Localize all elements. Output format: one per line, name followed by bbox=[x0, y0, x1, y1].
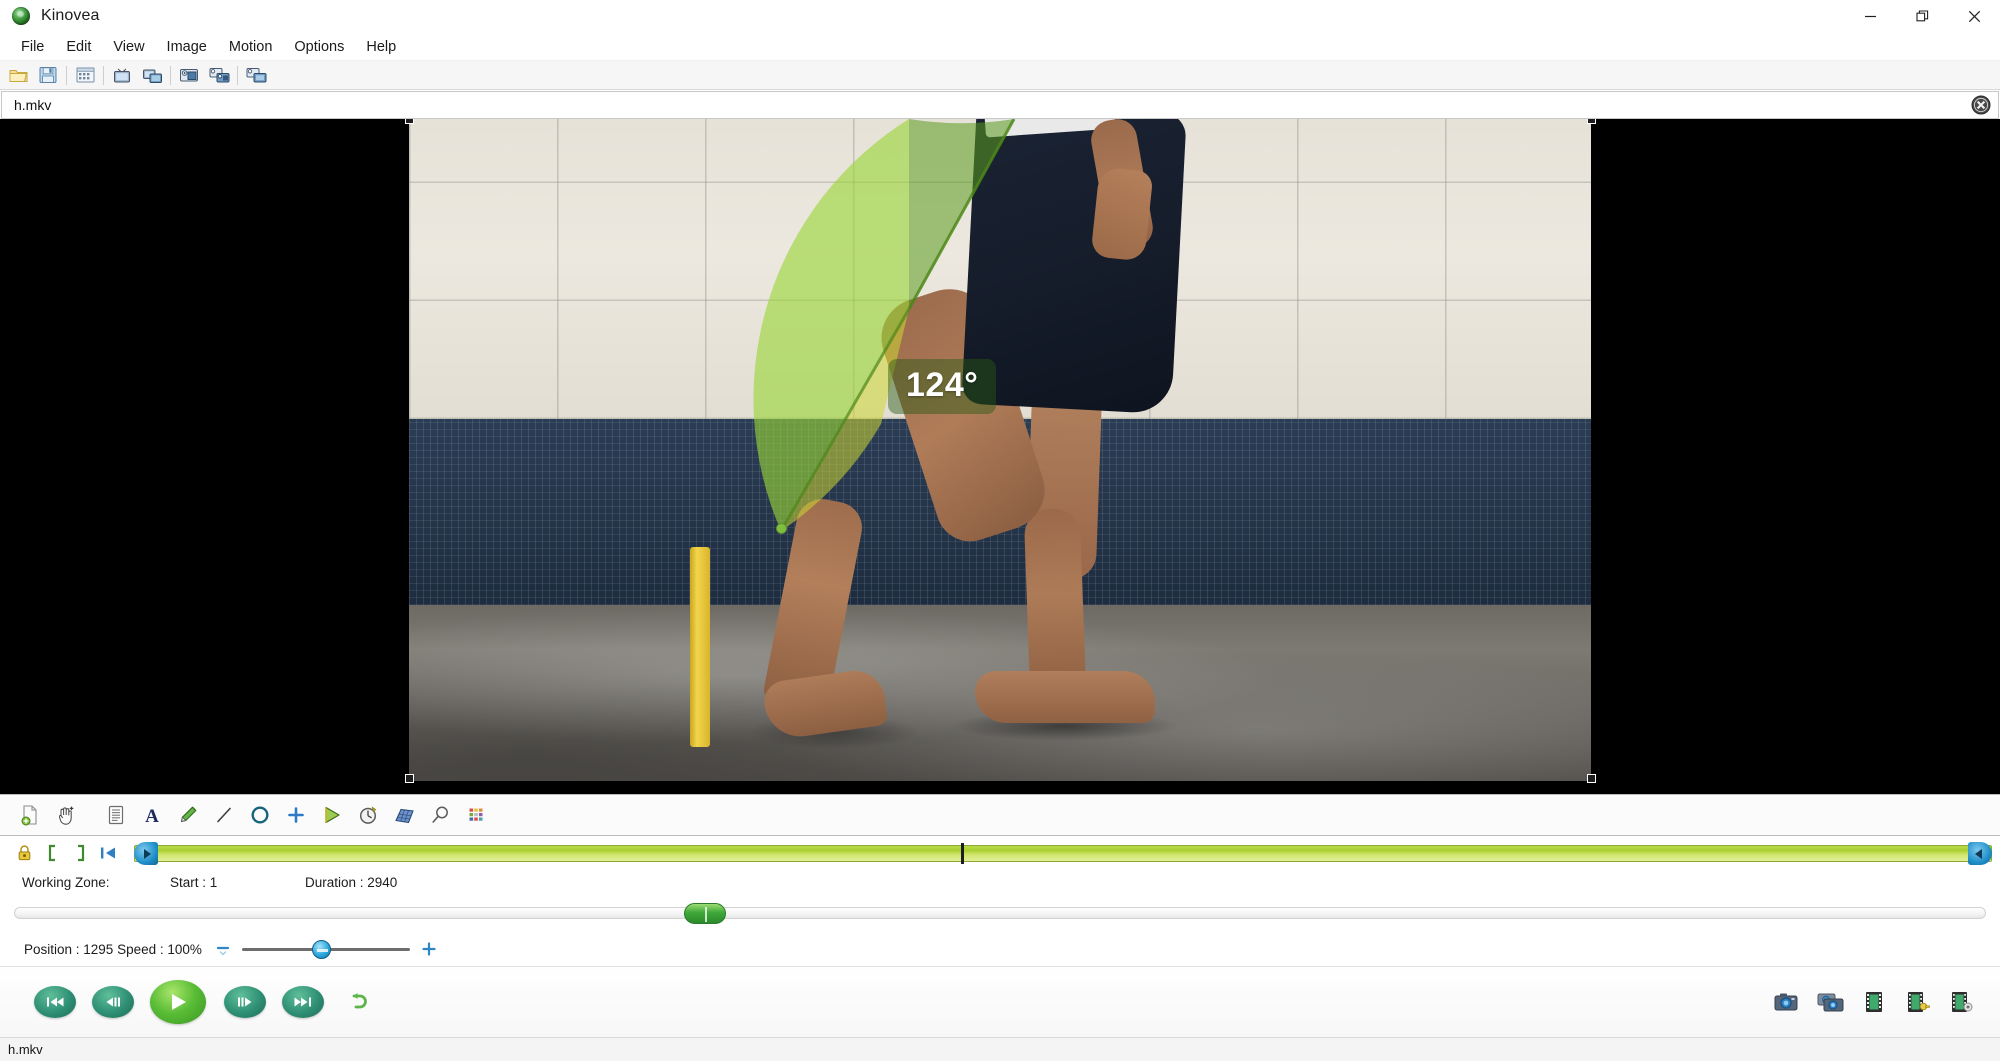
app-title: Kinovea bbox=[41, 7, 100, 24]
speed-slider[interactable] bbox=[241, 938, 410, 960]
working-zone-labels: Working Zone: Start : 1 Duration : 2940 bbox=[0, 870, 2000, 894]
scene-subject bbox=[409, 119, 1591, 781]
video-viewport[interactable]: 124° bbox=[0, 119, 2000, 794]
save-image-button[interactable] bbox=[1764, 984, 1808, 1020]
decrease-speed-button[interactable] bbox=[210, 938, 236, 960]
hand-tool[interactable] bbox=[48, 798, 84, 832]
working-zone-label: Working Zone: bbox=[22, 874, 110, 890]
file-name-bar: h.mkv bbox=[1, 91, 1999, 119]
circle-tool[interactable] bbox=[242, 798, 278, 832]
video-handle-top-right[interactable] bbox=[1587, 119, 1596, 124]
main-toolbar bbox=[0, 61, 2000, 90]
subject-back-foot bbox=[975, 671, 1155, 723]
video-handle-top-left[interactable] bbox=[405, 119, 414, 124]
position-speed-row: Position : 1295 Speed : 100% bbox=[0, 932, 2000, 966]
working-zone-bar[interactable] bbox=[134, 845, 1992, 862]
menu-file[interactable]: File bbox=[10, 35, 55, 59]
file-explorer-button[interactable] bbox=[70, 62, 100, 89]
increase-speed-button[interactable] bbox=[416, 938, 442, 960]
one-capture-screen-button[interactable] bbox=[174, 62, 204, 89]
svg-text:A: A bbox=[145, 806, 159, 826]
annotation-toolbar: A bbox=[0, 794, 2000, 836]
kinovea-logo-icon bbox=[12, 7, 30, 25]
set-zone-start-button[interactable] bbox=[38, 840, 66, 866]
text-tool[interactable]: A bbox=[134, 798, 170, 832]
toolbar-separator bbox=[66, 65, 67, 85]
minimize-button[interactable] bbox=[1844, 0, 1896, 33]
restore-button[interactable] bbox=[1896, 0, 1948, 33]
frame-scrollbar[interactable] bbox=[14, 898, 1986, 932]
video-handle-bottom-right[interactable] bbox=[1587, 774, 1596, 783]
subject-hand bbox=[1090, 166, 1154, 262]
zone-end-handle-icon[interactable] bbox=[1968, 842, 1992, 865]
menu-view[interactable]: View bbox=[102, 35, 155, 59]
scroll-thumb-icon[interactable] bbox=[684, 903, 727, 924]
save-video-button[interactable] bbox=[1852, 984, 1896, 1020]
title-bar: Kinovea bbox=[0, 0, 2000, 33]
position-speed-label: Position : 1295 Speed : 100% bbox=[24, 941, 202, 957]
kinovea-window: Kinovea File Edit View Image Motion Opti… bbox=[0, 0, 2000, 1061]
stopwatch-tool[interactable] bbox=[350, 798, 386, 832]
loop-button[interactable] bbox=[340, 986, 376, 1018]
open-file-button[interactable] bbox=[3, 62, 33, 89]
close-video-icon[interactable] bbox=[1971, 95, 1991, 115]
save-file-button[interactable] bbox=[33, 62, 63, 89]
menu-image[interactable]: Image bbox=[156, 35, 218, 59]
timeline-section: Working Zone: Start : 1 Duration : 2940 … bbox=[0, 836, 2000, 967]
speed-slider-knob[interactable] bbox=[311, 940, 331, 959]
angle-value-label[interactable]: 124° bbox=[888, 359, 997, 414]
menu-help[interactable]: Help bbox=[355, 35, 407, 59]
set-zone-end-button[interactable] bbox=[66, 840, 94, 866]
working-zone-track[interactable] bbox=[134, 842, 1992, 865]
toolbar-separator bbox=[103, 65, 104, 85]
frame-scrollbar-track[interactable] bbox=[14, 907, 1986, 919]
save-image-sequence-button[interactable] bbox=[1808, 984, 1852, 1020]
menu-motion[interactable]: Motion bbox=[218, 35, 284, 59]
reset-working-zone-button[interactable] bbox=[94, 840, 122, 866]
two-playback-screens-button[interactable] bbox=[137, 62, 167, 89]
line-tool[interactable] bbox=[206, 798, 242, 832]
pencil-tool[interactable] bbox=[170, 798, 206, 832]
save-video-with-pauses-button[interactable] bbox=[1896, 984, 1940, 1020]
color-profile-tool[interactable] bbox=[458, 798, 494, 832]
working-zone-row bbox=[0, 836, 2000, 870]
zone-start-handle-icon[interactable] bbox=[134, 842, 158, 865]
save-diaporama-button[interactable] bbox=[1940, 984, 1984, 1020]
comments-tool[interactable] bbox=[98, 798, 134, 832]
marker-tool[interactable] bbox=[278, 798, 314, 832]
menu-bar: File Edit View Image Motion Options Help bbox=[0, 33, 2000, 61]
working-zone-duration-label: Duration : 2940 bbox=[305, 874, 398, 890]
menu-edit[interactable]: Edit bbox=[55, 35, 102, 59]
working-zone-start-label: Start : 1 bbox=[170, 874, 218, 890]
status-bar: h.mkv bbox=[0, 1037, 2000, 1061]
status-filename: h.mkv bbox=[8, 1042, 43, 1057]
previous-frame-button[interactable] bbox=[92, 986, 134, 1018]
magnifier-tool[interactable] bbox=[422, 798, 458, 832]
play-button[interactable] bbox=[150, 980, 206, 1024]
menu-options[interactable]: Options bbox=[283, 35, 355, 59]
window-controls bbox=[1844, 0, 2000, 33]
export-buttons-group bbox=[1764, 984, 1984, 1020]
angle-tool[interactable] bbox=[314, 798, 350, 832]
next-frame-button[interactable] bbox=[224, 986, 266, 1018]
playback-bar bbox=[0, 967, 2000, 1037]
plane-grid-tool[interactable] bbox=[386, 798, 422, 832]
mixed-screens-button[interactable] bbox=[241, 62, 271, 89]
file-name-label: h.mkv bbox=[14, 97, 52, 113]
video-frame[interactable]: 124° bbox=[409, 119, 1591, 781]
new-keyframe-tool[interactable] bbox=[12, 798, 48, 832]
video-handle-bottom-left[interactable] bbox=[405, 774, 414, 783]
toolbar-separator bbox=[170, 65, 171, 85]
toolbar-separator bbox=[237, 65, 238, 85]
lock-working-zone-button[interactable] bbox=[10, 840, 38, 866]
go-to-end-button[interactable] bbox=[282, 986, 324, 1018]
timeline-playhead[interactable] bbox=[960, 843, 964, 864]
close-button[interactable] bbox=[1948, 0, 2000, 33]
angle-vertex-handle[interactable] bbox=[776, 523, 787, 534]
two-capture-screens-button[interactable] bbox=[204, 62, 234, 89]
go-to-start-button[interactable] bbox=[34, 986, 76, 1018]
one-playback-screen-button[interactable] bbox=[107, 62, 137, 89]
